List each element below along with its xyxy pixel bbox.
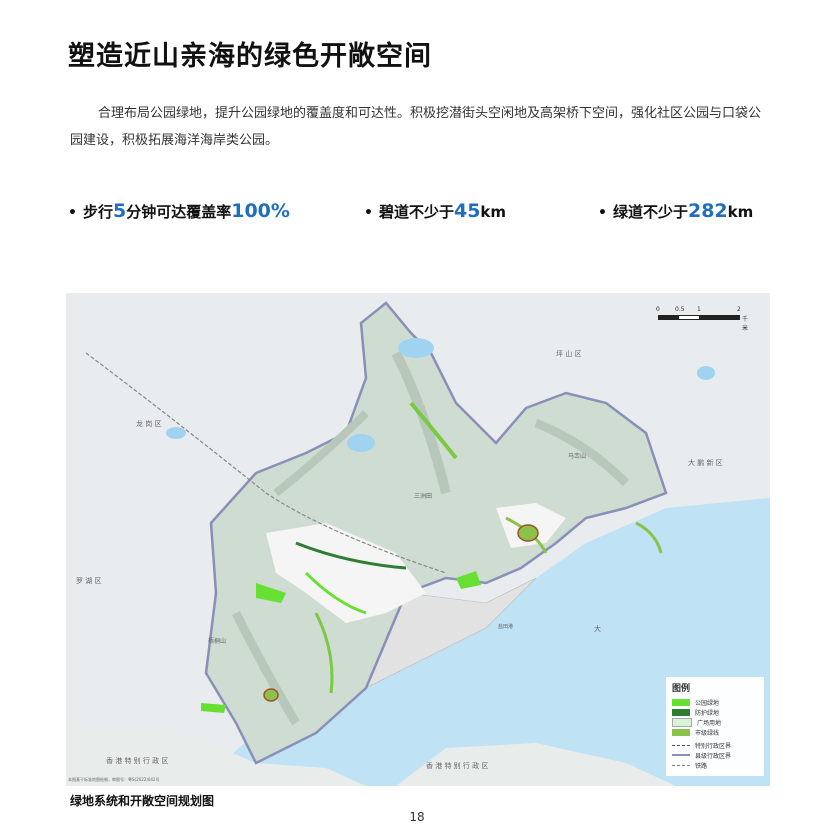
metrics-row: • 步行5分钟可达覆盖率100% • 碧道不少于45km • 绿道不少于282km — [0, 200, 834, 230]
page-title: 塑造近山亲海的绿色开敞空间 — [68, 41, 432, 72]
legend-line: 特别行政区界 — [672, 740, 758, 750]
legend-title: 图例 — [672, 684, 691, 694]
bullet-icon: • — [364, 205, 373, 221]
map-legend: 图例 公园绿地 防护绿地 广场用地 市级绿线 特别行政区界 县级行政区界 铁路 — [666, 677, 764, 776]
label-hk-left: 香 港 特 别 行 政 区 — [106, 756, 168, 765]
label-longgang: 龙 岗 区 — [136, 419, 161, 428]
legend-line: 县级行政区界 — [672, 750, 758, 760]
legend-item: 防护绿地 — [672, 707, 758, 717]
page-number: 18 — [409, 810, 425, 824]
label-pingshan: 坪 山 区 — [556, 349, 581, 358]
label-sea: 大 — [594, 624, 601, 633]
metric-walk-coverage: • 步行5分钟可达覆盖率100% — [68, 200, 290, 222]
label-dapeng: 大 鹏 新 区 — [688, 458, 723, 467]
legend-item: 公园绿地 — [672, 697, 758, 707]
metric-blueway: • 碧道不少于45km — [364, 200, 507, 222]
figure-caption: 绿地系统和开敞空间规划图 — [70, 794, 215, 808]
label-hk-right: 香 港 特 别 行 政 区 — [426, 761, 488, 770]
legend-line: 铁路 — [672, 760, 758, 770]
scale-bar: 0 0.5 1 2 千米 — [656, 306, 749, 332]
map-canvas: 坪 山 区 龙 岗 区 罗 湖 区 大 鹏 新 区 香 港 特 别 行 政 区 … — [66, 301, 770, 786]
green-space-plan-map: 坪 山 区 龙 岗 区 罗 湖 区 大 鹏 新 区 香 港 特 别 行 政 区 … — [66, 293, 770, 786]
label-sanzhoutian: 三洲田 — [414, 493, 432, 500]
metric-greenway: • 绿道不少于282km — [598, 200, 754, 222]
label-luohu: 罗 湖 区 — [76, 576, 101, 585]
bullet-icon: • — [598, 205, 607, 221]
legend-item: 市级绿线 — [672, 727, 758, 737]
label-yantiangang: 盐田港 — [498, 623, 513, 630]
intro-paragraph: 合理布局公园绿地，提升公园绿地的覆盖度和可达性。积极挖潜街头空闲地及高架桥下空间… — [70, 106, 762, 148]
label-maluanshan: 马峦山 — [568, 452, 586, 460]
map-note: 本图基于标准地图绘制，审图号：粤S(2022)042号 — [68, 776, 159, 782]
label-wutong: 梧桐山 — [208, 637, 226, 645]
legend-item: 广场用地 — [672, 717, 758, 727]
bullet-icon: • — [68, 205, 77, 221]
